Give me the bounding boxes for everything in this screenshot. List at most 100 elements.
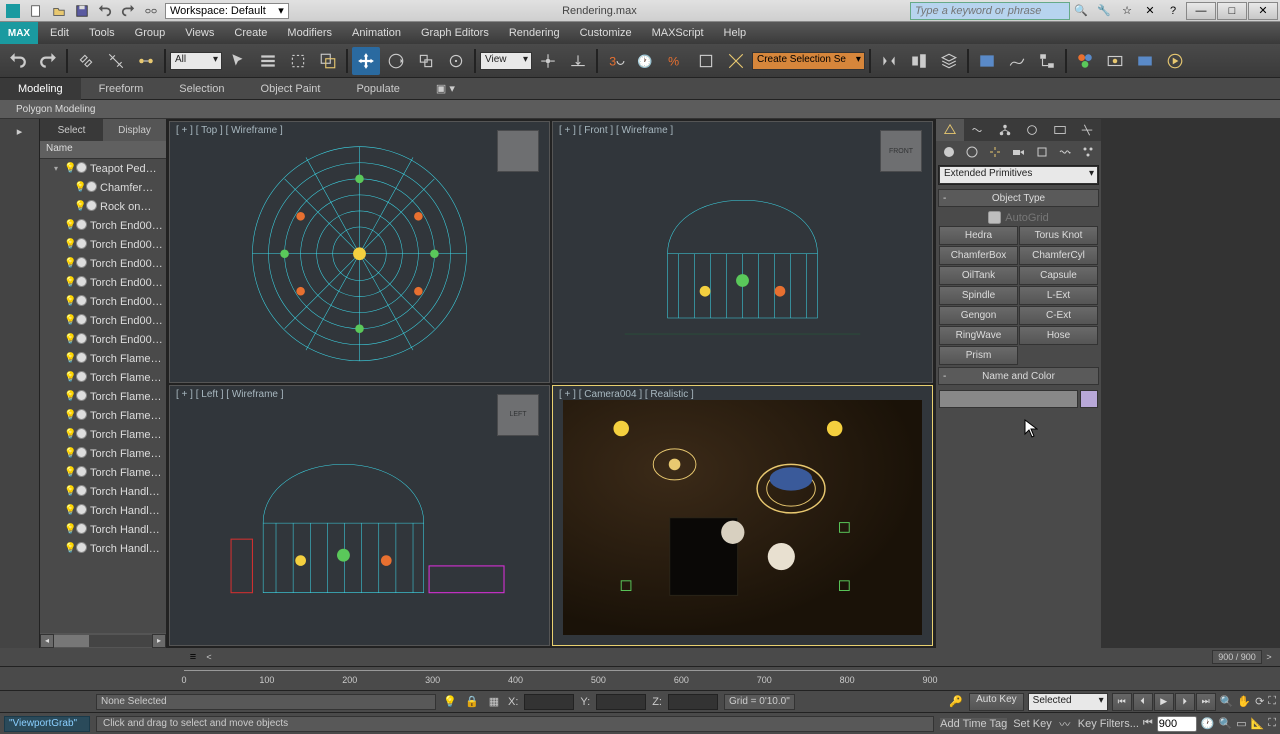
menu-customize[interactable]: Customize [570,22,642,44]
rollout-objecttype[interactable]: Object Type [938,189,1099,207]
z-coord-input[interactable] [668,694,718,710]
menu-help[interactable]: Help [714,22,757,44]
viewport-front[interactable]: [ + ] [ Front ] [ Wireframe ] FRONT [552,121,933,383]
scene-tab-display[interactable]: Display [103,119,166,141]
primitive-capsule[interactable]: Capsule [1019,266,1098,285]
angle-snap-button[interactable]: 🕐 [632,47,660,75]
scene-item[interactable]: 💡Torch End00… [40,311,166,330]
community-icon[interactable]: ✕ [1139,2,1161,20]
keytype-icon[interactable]: 〰 [1056,715,1074,733]
menu-rendering[interactable]: Rendering [499,22,570,44]
cmd-tab-utilities[interactable] [1074,119,1102,141]
isolate-icon[interactable]: ▦ [486,694,502,710]
viewport-label[interactable]: [ + ] [ Top ] [ Wireframe ] [176,125,283,136]
viewport-camera[interactable]: [ + ] [ Camera004 ] [ Realistic ] [552,385,933,647]
viewport-label[interactable]: [ + ] [ Left ] [ Wireframe ] [176,389,284,400]
primitive-ringwave[interactable]: RingWave [939,326,1018,345]
viewcube[interactable]: LEFT [497,394,539,436]
create-shapes-button[interactable] [961,143,982,161]
curve-editor-button[interactable] [1003,47,1031,75]
viewcube[interactable]: FRONT [880,130,922,172]
time-config-icon[interactable]: 🕐 [1201,717,1215,730]
primitive-hedra[interactable]: Hedra [939,226,1018,245]
keymode-dropdown[interactable]: Selected [1028,693,1108,711]
nav-region-icon[interactable]: ▭ [1236,717,1246,730]
select-place-button[interactable] [564,47,592,75]
scene-item[interactable]: 💡Torch End00… [40,235,166,254]
object-name-input[interactable] [939,390,1078,408]
category-dropdown[interactable]: Extended Primitives [939,166,1098,184]
ribbon-tab-modeling[interactable]: Modeling [0,78,81,100]
selection-filter-dropdown[interactable]: All [170,52,222,70]
close-button[interactable]: ✕ [1248,2,1278,20]
frame-back-icon[interactable]: ⏮ [1143,717,1153,730]
object-color-swatch[interactable] [1080,390,1098,408]
select-rotate-button[interactable] [382,47,410,75]
redo-icon[interactable] [117,2,139,20]
nav-maximize-icon[interactable]: ⛶ [1268,695,1276,708]
select-region-rect-button[interactable] [284,47,312,75]
open-icon[interactable] [48,2,70,20]
maximize-button[interactable]: □ [1217,2,1247,20]
timeslider-button[interactable]: ≡ [184,650,202,664]
select-move-button[interactable] [352,47,380,75]
scroll-track[interactable] [54,635,152,647]
viewport-label[interactable]: [ + ] [ Camera004 ] [ Realistic ] [559,389,694,400]
menu-maxscript[interactable]: MAXScript [642,22,714,44]
rendered-frame-button[interactable] [1131,47,1159,75]
cmd-tab-display[interactable] [1046,119,1074,141]
bind-button[interactable] [132,47,160,75]
scene-item[interactable]: 💡Torch Handl… [40,520,166,539]
timeslider-thumb[interactable]: 900 / 900 [1212,650,1262,664]
reference-coord-dropdown[interactable]: View [480,52,532,70]
primitive-spindle[interactable]: Spindle [939,286,1018,305]
schematic-view-button[interactable] [1033,47,1061,75]
app-icon[interactable] [2,2,24,20]
link-button[interactable] [72,47,100,75]
scene-item[interactable]: 💡Torch Flame… [40,425,166,444]
layers-button[interactable] [935,47,963,75]
timeslider-next[interactable]: > [1262,652,1276,662]
search-icon[interactable]: 🔍 [1070,2,1092,20]
y-coord-input[interactable] [596,694,646,710]
nav-pan-icon[interactable]: ✋ [1237,695,1251,708]
create-cameras-button[interactable] [1008,143,1029,161]
autogrid-checkbox[interactable]: AutoGrid [936,209,1101,226]
primitive-l-ext[interactable]: L-Ext [1019,286,1098,305]
toggle-ribbon-button[interactable] [973,47,1001,75]
nav-max2-icon[interactable]: ⛶ [1268,717,1276,730]
select-object-button[interactable] [224,47,252,75]
scene-item[interactable]: 💡Torch Flame… [40,349,166,368]
primitive-oiltank[interactable]: OilTank [939,266,1018,285]
link-icon[interactable] [140,2,162,20]
scene-explorer-toggle[interactable]: ▸ [17,125,23,138]
config-icon[interactable]: 🔧 [1093,2,1115,20]
create-helpers-button[interactable] [1031,143,1052,161]
menu-create[interactable]: Create [224,22,277,44]
primitive-gengon[interactable]: Gengon [939,306,1018,325]
snap-toggle-button[interactable]: 3 [602,47,630,75]
spinner-snap-button[interactable] [692,47,720,75]
help-search-input[interactable] [910,2,1070,20]
menu-animation[interactable]: Animation [342,22,411,44]
material-editor-button[interactable] [1071,47,1099,75]
align-button[interactable] [905,47,933,75]
undo-button[interactable] [4,47,32,75]
key-mode-icon[interactable]: 🔑 [947,693,965,711]
ribbon-tab-objectpaint[interactable]: Object Paint [243,78,339,100]
primitive-c-ext[interactable]: C-Ext [1019,306,1098,325]
named-selection-dropdown[interactable]: Create Selection Se [752,52,865,70]
scene-item[interactable]: 💡Torch Handl… [40,501,166,520]
scene-header-name[interactable]: Name [40,141,166,159]
ribbon-tab-populate[interactable]: Populate [338,78,417,100]
primitive-chamfercyl[interactable]: ChamferCyl [1019,246,1098,265]
scene-item[interactable]: 💡Torch End00… [40,330,166,349]
create-spacewarps-button[interactable] [1054,143,1075,161]
timeslider-prev[interactable]: < [202,652,216,662]
favorites-icon[interactable]: ☆ [1116,2,1138,20]
scene-item[interactable]: 💡Torch End00… [40,254,166,273]
goto-end-button[interactable]: ⏭ [1196,693,1216,711]
ribbon-tab-selection[interactable]: Selection [161,78,242,100]
viewport-top[interactable]: [ + ] [ Top ] [ Wireframe ] [169,121,550,383]
ribbon-tab-freeform[interactable]: Freeform [81,78,162,100]
